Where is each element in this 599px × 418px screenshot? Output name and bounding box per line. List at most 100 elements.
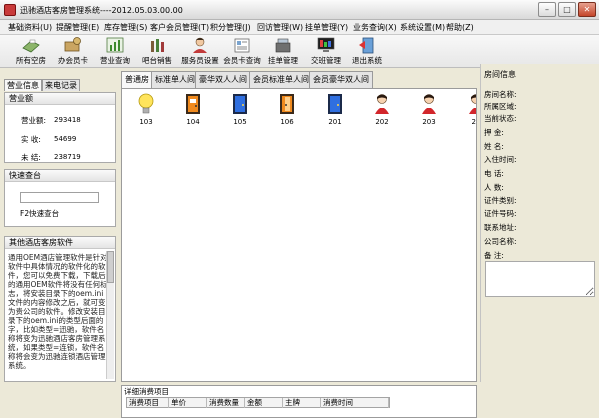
window-title: 迅驰酒店客房管理系统----2012.05.03.00.00 (20, 6, 183, 15)
col-price[interactable]: 单价 (169, 398, 207, 408)
unsettled-value: 238719 (54, 153, 81, 161)
col-item[interactable]: 消费项目 (127, 398, 169, 408)
monitor-icon (317, 37, 335, 52)
other-software-panel: 其他酒店客房软件 通用OEM酒店管理软件是针对软件中具体情况的软件化的软件，您可… (4, 236, 116, 382)
guest-icon (469, 94, 476, 114)
tab-business-info[interactable]: 营业信息 (4, 79, 42, 91)
shift-handover-button[interactable]: 交班管理 (309, 36, 343, 67)
quick-search-header: 快速查台 (5, 170, 115, 182)
room-106[interactable]: 106 (272, 93, 302, 126)
chart-icon (106, 37, 124, 53)
room-info-panel: 房间信息 房间名称: 所属区域: 当前状态: 押 金: 姓 名: 入住时间: 电… (480, 64, 599, 382)
other-software-header: 其他酒店客房软件 (5, 237, 115, 249)
scrollbar-thumb[interactable] (107, 251, 114, 283)
quick-search-input[interactable] (20, 192, 99, 203)
detail-consumption-panel: 详细消费项目 消费项目 单价 消费数量 金额 主牌 消费时间 (121, 385, 477, 418)
remarks-textarea[interactable] (485, 261, 595, 297)
staff-icon (193, 37, 207, 53)
room-20x[interactable]: 20 (461, 93, 476, 126)
all-vacant-rooms-button[interactable]: 所有空房 (14, 36, 48, 67)
maximize-button[interactable]: □ (558, 2, 576, 17)
card-icon (64, 37, 81, 52)
menu-bar: 基础资料(U) 提醒管理(E) 库存管理(S) 客户会员管理(T) 积分管理(J… (0, 20, 599, 35)
field-status: 当前状态: (484, 114, 517, 123)
member-card-button[interactable]: 办会员卡 (56, 36, 90, 67)
detail-title: 详细消费项目 (124, 387, 169, 396)
quick-search-panel: 快速查台 F2快速查台 (4, 169, 116, 227)
field-name: 姓 名: (484, 142, 504, 151)
guest-icon (375, 94, 389, 114)
app-icon (4, 4, 16, 16)
bed-icon (22, 39, 40, 53)
tab-member-standard-single[interactable]: 会员标准单人间 (249, 71, 313, 88)
field-phone: 电 话: (484, 169, 504, 178)
revenue-header: 营业额 (5, 93, 115, 105)
col-quantity[interactable]: 消费数量 (207, 398, 245, 408)
door-orange-icon (186, 94, 200, 114)
received-value: 54699 (54, 135, 77, 143)
tab-member-deluxe-double[interactable]: 会员豪华双人间 (309, 71, 373, 88)
col-time[interactable]: 消费时间 (321, 398, 389, 408)
close-button[interactable]: ✕ (578, 2, 596, 17)
revenue-label: 营业额: (21, 116, 47, 125)
field-room-name: 房间名称: (484, 90, 517, 99)
light-bulb-icon (138, 93, 154, 114)
menu-settings[interactable]: 系统设置(M) (400, 22, 445, 33)
room-202[interactable]: 202 (367, 93, 397, 126)
field-deposit: 押 金: (484, 128, 504, 137)
guest-icon (422, 94, 436, 114)
field-checkin-time: 入住时间: (484, 155, 517, 164)
other-software-text: 通用OEM酒店管理软件是针对软件中具体情况的软件化的软件，您可以免费下载，下载后… (8, 253, 108, 370)
bar-sales-button[interactable]: 吧台销售 (140, 36, 174, 67)
menu-pending[interactable]: 挂单管理(Y) (305, 22, 348, 33)
menu-basic-data[interactable]: 基础资料(U) (8, 22, 52, 33)
room-104[interactable]: 104 (178, 93, 208, 126)
title-bar: 迅驰酒店客房管理系统----2012.05.03.00.00 – □ ✕ (0, 0, 599, 20)
col-amount[interactable]: 金额 (245, 398, 283, 408)
field-remarks: 备 注: (484, 251, 504, 260)
tab-call-records[interactable]: 来电记录 (42, 79, 80, 91)
tab-standard-room[interactable]: 普通房 (121, 71, 153, 88)
field-company: 公司名称: (484, 237, 517, 246)
room-info-title: 房间信息 (484, 70, 516, 79)
bottles-icon (151, 39, 164, 52)
field-id-type: 证件类别: (484, 196, 517, 205)
field-address: 联系地址: (484, 223, 517, 232)
member-card-query-button[interactable]: 会员卡查询 (222, 36, 262, 67)
exit-door-icon (359, 37, 374, 54)
tab-deluxe-double[interactable]: 豪华双人人间 (195, 71, 251, 88)
minimize-button[interactable]: – (538, 2, 556, 17)
pending-orders-button[interactable]: 挂单管理 (266, 36, 300, 67)
id-card-icon (234, 38, 250, 53)
col-main-card[interactable]: 主牌 (283, 398, 321, 408)
revenue-value: 293418 (54, 116, 81, 124)
business-query-button[interactable]: 营业查询 (98, 36, 132, 67)
menu-help[interactable]: 帮助(Z) (446, 22, 474, 33)
unsettled-label: 未 结: (21, 153, 41, 162)
menu-member[interactable]: 客户会员管理(T) (150, 22, 209, 33)
tab-standard-single[interactable]: 标准单人间 (151, 71, 199, 88)
quick-search-hint: F2快速查台 (20, 209, 60, 218)
exit-system-button[interactable]: 退出系统 (350, 36, 384, 67)
room-201[interactable]: 201 (320, 93, 350, 126)
door-blue-icon (328, 94, 342, 114)
detail-table-header: 消费项目 单价 消费数量 金额 主牌 消费时间 (126, 397, 390, 408)
menu-query[interactable]: 业务查询(X) (353, 22, 397, 33)
door-open-icon (280, 94, 294, 114)
staff-settings-button[interactable]: 服务员设置 (180, 36, 220, 67)
menu-inventory[interactable]: 库存管理(S) (104, 22, 147, 33)
door-blue-icon (233, 94, 247, 114)
field-area: 所属区域: (484, 102, 517, 111)
revenue-panel: 营业额 营业额: 293418 实 收: 54699 未 结: 238719 (4, 92, 116, 163)
menu-points[interactable]: 积分管理(J) (210, 22, 251, 33)
menu-visit[interactable]: 回访管理(W) (257, 22, 303, 33)
other-software-scrollbar[interactable] (106, 251, 114, 379)
room-103[interactable]: 103 (131, 93, 161, 126)
room-203[interactable]: 203 (414, 93, 444, 126)
received-label: 实 收: (21, 135, 41, 144)
room-grid: 103 104 105 106 201 202 203 2 (121, 88, 477, 382)
field-id-number: 证件号码: (484, 209, 517, 218)
room-105[interactable]: 105 (225, 93, 255, 126)
menu-reminder[interactable]: 提醒管理(E) (56, 22, 99, 33)
register-icon (275, 38, 291, 53)
